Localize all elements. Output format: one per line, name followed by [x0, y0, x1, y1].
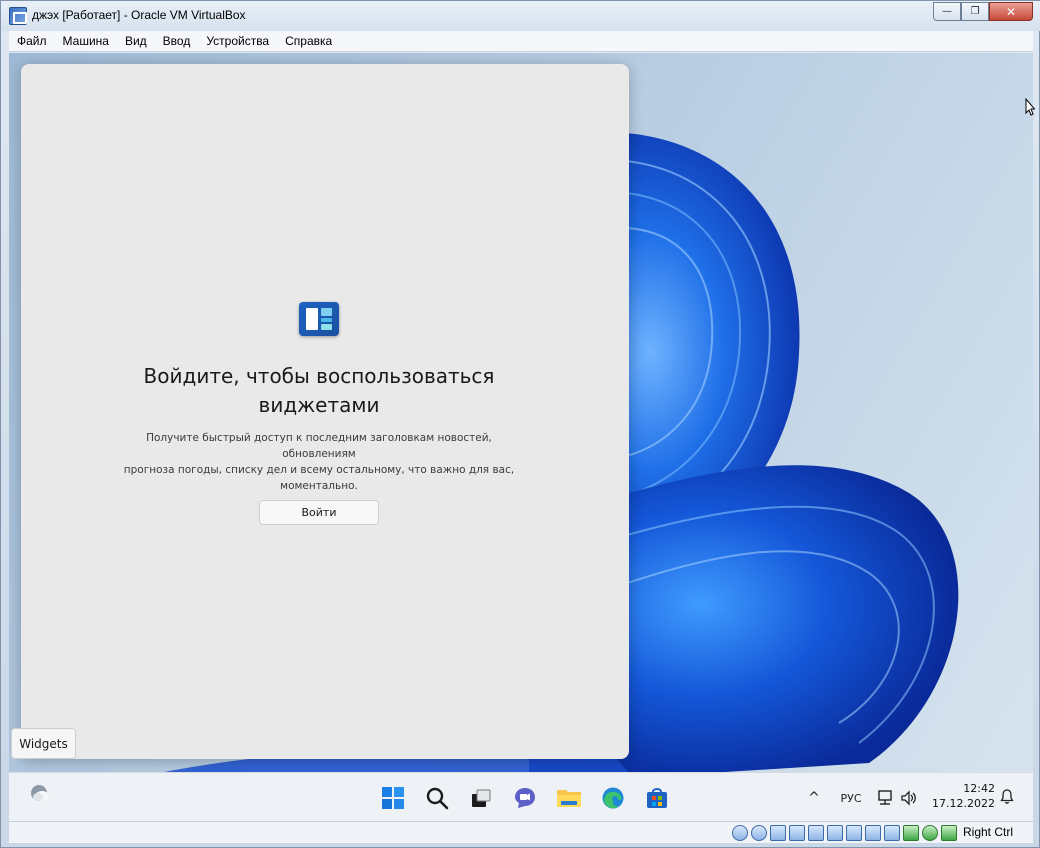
keyboard-icon[interactable] [941, 825, 957, 841]
network-icon[interactable] [789, 825, 805, 841]
mouse-integration-icon[interactable] [922, 825, 938, 841]
minimize-button[interactable]: — [933, 2, 961, 21]
clock-time: 12:42 [963, 782, 995, 795]
menu-help[interactable]: Справка [277, 34, 340, 48]
taskbar-apps [373, 780, 677, 816]
vm-status-bar: Right Ctrl [9, 821, 1033, 843]
store-icon[interactable] [637, 780, 677, 816]
input-language-indicator[interactable]: РУС [829, 792, 873, 805]
screen-capture-icon[interactable] [865, 825, 881, 841]
menu-view[interactable]: Вид [117, 34, 155, 48]
system-tray: ^ РУС [799, 781, 921, 815]
widgets-panel: Войдите, чтобы воспользоваться виджетами… [21, 64, 629, 759]
start-icon[interactable] [373, 780, 413, 816]
shared-folders-icon[interactable] [827, 825, 843, 841]
widgets-icon [299, 302, 339, 336]
virtualbox-window: джэх [Работает] - Oracle VM VirtualBox —… [0, 0, 1040, 848]
restore-button[interactable]: ❐ [961, 2, 989, 21]
menu-file[interactable]: Файл [9, 34, 55, 48]
show-hidden-icons-chevron-icon[interactable]: ^ [799, 790, 829, 806]
clock-date: 17.12.2022 [932, 797, 995, 810]
cpu-icon[interactable] [903, 825, 919, 841]
volume-icon[interactable] [897, 786, 921, 810]
mouse-cursor-icon [1025, 98, 1035, 116]
description-line-2: прогноза погоды, списку дел и всему оста… [123, 464, 515, 476]
display-icon[interactable] [846, 825, 862, 841]
edge-icon[interactable] [593, 780, 633, 816]
window-controls: — ❐ ✕ [933, 2, 1033, 21]
notifications-bell-icon[interactable] [999, 789, 1015, 805]
optical-drive-icon[interactable] [751, 825, 767, 841]
window-title: джэх [Работает] - Oracle VM VirtualBox [32, 8, 246, 22]
video-recording-icon[interactable] [884, 825, 900, 841]
usb-icon[interactable] [808, 825, 824, 841]
widgets-description: Получите быстрый доступ к последним заго… [111, 430, 527, 494]
menu-input[interactable]: Ввод [155, 34, 199, 48]
menu-devices[interactable]: Устройства [198, 34, 277, 48]
status-bar-icons [732, 825, 957, 841]
audio-icon[interactable] [770, 825, 786, 841]
title-line-1: Войдите, чтобы воспользоваться [143, 364, 495, 388]
virtualbox-app-icon[interactable] [9, 7, 27, 25]
host-key-label: Right Ctrl [962, 825, 1013, 839]
title-line-2: виджетами [258, 393, 380, 417]
task-view-icon[interactable] [461, 780, 501, 816]
network-icon[interactable] [873, 786, 897, 810]
clock[interactable]: 12:42 17.12.2022 [927, 781, 995, 811]
close-button[interactable]: ✕ [989, 2, 1033, 21]
menu-machine[interactable]: Машина [55, 34, 117, 48]
widgets-tooltip: Widgets [11, 728, 76, 759]
signin-button[interactable]: Войти [259, 500, 379, 525]
weather-widget-icon[interactable] [28, 782, 52, 806]
taskbar: ^ РУС 12:42 17.12.2022 [9, 772, 1033, 821]
description-line-1: Получите быстрый доступ к последним заго… [146, 432, 492, 460]
title-bar[interactable]: джэх [Работает] - Oracle VM VirtualBox —… [1, 1, 1040, 31]
chat-icon[interactable] [505, 780, 545, 816]
widgets-signin-title: Войдите, чтобы воспользоваться виджетами [21, 362, 617, 420]
hard-disk-icon[interactable] [732, 825, 748, 841]
menu-bar: Файл Машина Вид Ввод Устройства Справка [9, 31, 1033, 52]
file-explorer-icon[interactable] [549, 780, 589, 816]
description-line-3: моментально. [280, 480, 358, 492]
search-icon[interactable] [417, 780, 457, 816]
vm-screen[interactable]: Войдите, чтобы воспользоваться виджетами… [9, 53, 1033, 821]
